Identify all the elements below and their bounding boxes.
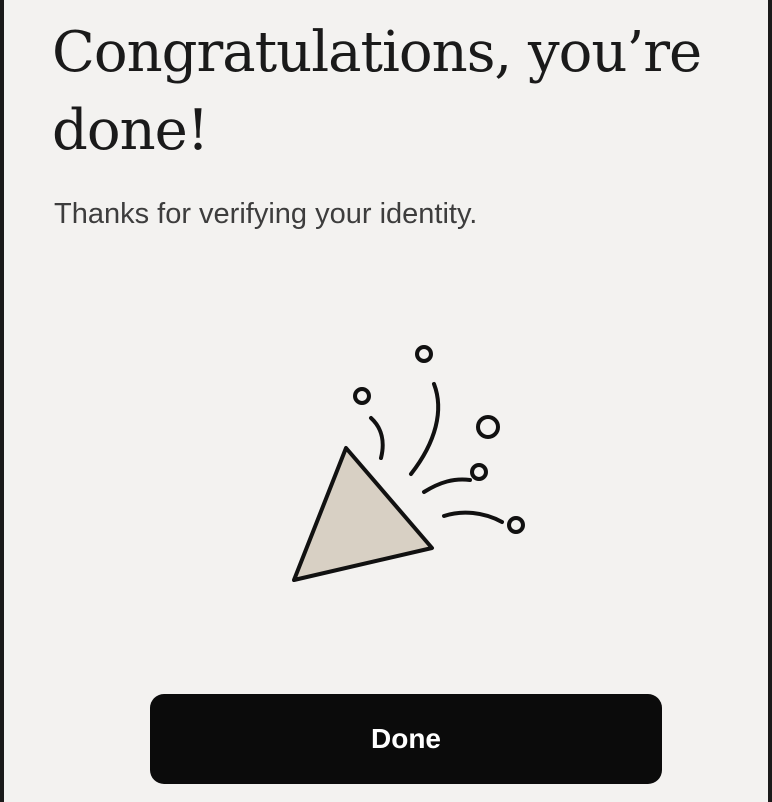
- confetti-circle: [507, 516, 525, 534]
- confetti-circle: [415, 345, 433, 363]
- confetti-circle: [470, 463, 488, 481]
- done-button[interactable]: Done: [150, 694, 662, 784]
- page-title: Congratulations, you’re done!: [52, 20, 702, 163]
- confetti-streamer: [409, 382, 441, 476]
- party-popper-icon: [292, 345, 525, 582]
- verification-complete-screen: Congratulations, you’re done! Thanks for…: [4, 0, 768, 802]
- confetti-circle: [353, 387, 371, 405]
- popper-cone: [292, 446, 434, 582]
- confetti-streamer: [422, 477, 472, 494]
- confetti-circle: [476, 415, 500, 439]
- page-subtitle: Thanks for verifying your identity.: [54, 198, 478, 230]
- confetti-streamer: [369, 416, 385, 460]
- confetti-streamer: [442, 510, 504, 524]
